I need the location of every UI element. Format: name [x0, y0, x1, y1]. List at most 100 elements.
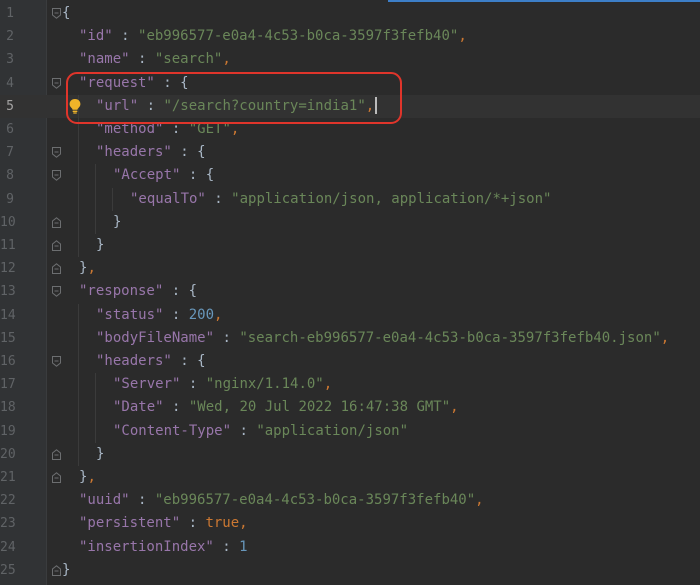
line-number: 10 — [0, 214, 16, 230]
code-line-18[interactable]: 18 "Date" : "Wed, 20 Jul 2022 16:47:38 GM… — [0, 396, 700, 420]
code-text[interactable]: "name" : "search", — [79, 48, 231, 71]
code-line-20[interactable]: 20} — [0, 442, 700, 466]
code-token: } — [62, 561, 71, 578]
code-text[interactable]: }, — [79, 257, 96, 280]
code-token: "search-eb996577-e0a4-4c53-b0ca-3597f3fe… — [239, 329, 661, 346]
line-number: 20 — [0, 446, 16, 462]
code-token: { — [62, 5, 71, 21]
code-line-24[interactable]: 24 "insertionIndex" : 1 — [0, 536, 700, 559]
fold-marker-icon[interactable] — [52, 472, 61, 483]
code-token: , — [475, 492, 484, 509]
code-text[interactable]: "id" : "eb996577-e0a4-4c53-b0ca-3597f3fe… — [79, 25, 467, 48]
fold-marker-icon[interactable] — [52, 170, 61, 182]
line-number: 16 — [0, 354, 16, 369]
line-number: 2 — [6, 29, 14, 45]
fold-marker-icon[interactable] — [52, 8, 61, 19]
code-editor[interactable]: 1{2 "id" : "eb996577-e0a4-4c53-b0ca-3597f… — [0, 0, 700, 585]
code-text[interactable]: "headers" : { — [96, 350, 206, 373]
line-number: 18 — [0, 400, 16, 416]
fold-marker-icon[interactable] — [52, 216, 61, 228]
code-line-10[interactable]: 10} — [0, 210, 700, 234]
fold-marker-icon[interactable] — [52, 240, 61, 251]
code-line-1[interactable]: 1{ — [0, 2, 700, 25]
fold-marker-icon[interactable] — [52, 448, 61, 460]
indent-guide — [78, 234, 79, 258]
code-token: true — [205, 515, 240, 532]
code-token: "eb996577-e0a4-4c53-b0ca-3597f3fefb40" — [138, 28, 459, 45]
code-line-14[interactable]: 14 "status" : 200, — [0, 303, 700, 327]
indent-guide — [78, 396, 79, 420]
indent-guide — [95, 373, 96, 397]
code-line-17[interactable]: 17 "Server" : "nginx/1.14.0", — [0, 373, 700, 397]
line-number: 1 — [6, 6, 14, 21]
fold-marker-icon[interactable] — [52, 564, 61, 576]
code-line-22[interactable]: 22 "uuid" : "eb996577-e0a4-4c53-b0ca-3597… — [0, 489, 700, 512]
code-text[interactable]: } — [96, 443, 104, 466]
code-line-3[interactable]: 3 "name" : "search", — [0, 48, 700, 71]
code-token: : — [129, 492, 155, 509]
indent-guide — [78, 164, 79, 188]
code-text[interactable]: "Date" : "Wed, 20 Jul 2022 16:47:38 GMT"… — [113, 396, 459, 419]
code-token: "equalTo" — [130, 190, 206, 207]
code-text[interactable]: "persistent" : true, — [79, 512, 248, 535]
line-number: 17 — [0, 377, 16, 393]
indent-guide — [78, 141, 79, 165]
code-line-11[interactable]: 11} — [0, 234, 700, 258]
code-token: , — [239, 515, 248, 532]
code-token: "application/json" — [256, 422, 409, 439]
code-text[interactable]: } — [62, 559, 70, 582]
fold-marker-icon[interactable] — [52, 286, 61, 298]
code-line-25[interactable]: 25} — [0, 559, 700, 582]
code-line-19[interactable]: 19 "Content-Type" : "application/json" — [0, 419, 700, 443]
indent-guide — [95, 396, 96, 420]
code-text[interactable]: "bodyFileName" : "search-eb996577-e0a4-4… — [96, 327, 669, 350]
code-text[interactable]: { — [62, 2, 70, 25]
code-text[interactable]: "equalTo" : "application/json, applicati… — [130, 188, 551, 211]
code-text[interactable]: "uuid" : "eb996577-e0a4-4c53-b0ca-3597f3… — [79, 489, 484, 512]
code-line-13[interactable]: 13 "response" : { — [0, 280, 700, 303]
code-line-7[interactable]: 7 "headers" : { — [0, 141, 700, 165]
code-line-12[interactable]: 12}, — [0, 257, 700, 280]
fold-marker-icon[interactable] — [52, 147, 61, 159]
code-token: "status" — [96, 306, 164, 323]
code-token: : — [214, 329, 240, 346]
code-token: : { — [180, 167, 215, 184]
code-token: "application/json, application/*+json" — [231, 190, 552, 207]
code-line-16[interactable]: 16 "headers" : { — [0, 350, 700, 374]
fold-marker-icon[interactable] — [52, 263, 61, 275]
code-text[interactable]: "Content-Type" : "application/json" — [113, 420, 408, 443]
code-line-23[interactable]: 23 "persistent" : true, — [0, 512, 700, 535]
code-text[interactable]: "headers" : { — [96, 141, 206, 164]
indent-guide — [78, 187, 79, 211]
code-token: : — [231, 422, 257, 439]
code-token: , — [323, 376, 333, 393]
code-text[interactable]: }, — [79, 466, 96, 489]
code-token: "search" — [154, 51, 223, 68]
code-text[interactable]: "status" : 200, — [96, 304, 222, 327]
fold-marker-icon[interactable] — [52, 356, 61, 367]
code-text[interactable]: "response" : { — [79, 280, 197, 303]
code-text[interactable]: } — [96, 234, 104, 257]
code-line-9[interactable]: 9 "equalTo" : "application/json, applicat… — [0, 187, 700, 211]
annotation-highlight-box — [66, 72, 402, 124]
code-text[interactable]: "Server" : "nginx/1.14.0", — [113, 373, 332, 396]
code-line-8[interactable]: 8 "Accept" : { — [0, 164, 700, 188]
code-line-21[interactable]: 21}, — [0, 466, 700, 489]
line-number: 19 — [0, 423, 16, 439]
code-text[interactable]: "insertionIndex" : 1 — [79, 536, 248, 559]
line-number: 24 — [0, 539, 16, 555]
code-token: , — [458, 28, 467, 45]
indent-guide — [95, 210, 96, 234]
fold-marker-icon[interactable] — [52, 77, 61, 89]
code-text[interactable]: "Accept" : { — [113, 164, 214, 187]
line-number: 15 — [0, 330, 16, 346]
line-number: 13 — [0, 284, 16, 300]
code-token: "nginx/1.14.0" — [205, 376, 324, 393]
code-token: "name" — [79, 51, 130, 68]
code-token: "Date" — [113, 399, 164, 416]
code-token: , — [214, 306, 223, 323]
code-text[interactable]: } — [113, 211, 121, 234]
code-line-15[interactable]: 15 "bodyFileName" : "search-eb996577-e0a4… — [0, 326, 700, 350]
code-token: "Wed, 20 Jul 2022 16:47:38 GMT" — [188, 399, 451, 416]
code-line-2[interactable]: 2 "id" : "eb996577-e0a4-4c53-b0ca-3597f3f… — [0, 25, 700, 48]
